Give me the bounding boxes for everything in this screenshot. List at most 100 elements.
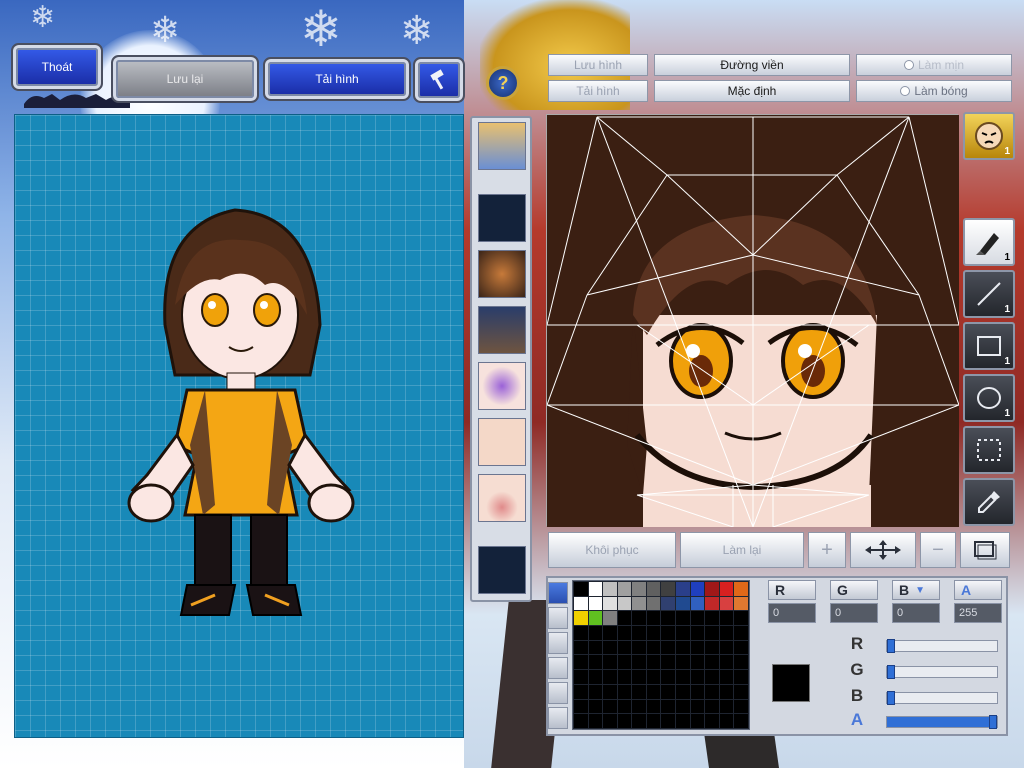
palette-swatch[interactable] — [675, 639, 691, 656]
palette-swatch[interactable] — [602, 581, 618, 597]
palette-swatch[interactable] — [602, 669, 618, 685]
palette-swatch[interactable] — [616, 683, 633, 700]
palette-swatch[interactable] — [602, 683, 618, 700]
part-slot-hair[interactable] — [478, 250, 526, 298]
palette-tab-3[interactable] — [548, 632, 568, 654]
palette-swatch[interactable] — [675, 683, 691, 700]
face-texture-editor[interactable] — [546, 114, 960, 528]
palette-swatch[interactable] — [602, 595, 618, 612]
part-slot-empty[interactable] — [478, 194, 526, 242]
palette-swatch[interactable] — [660, 669, 677, 685]
palette-swatch[interactable] — [704, 654, 720, 671]
palette-swatch[interactable] — [631, 669, 647, 685]
palette-swatch[interactable] — [645, 610, 662, 627]
palette-swatch[interactable] — [631, 595, 647, 612]
palette-swatch[interactable] — [660, 595, 677, 612]
palette-swatch[interactable] — [602, 654, 618, 671]
palette-swatch[interactable] — [718, 625, 735, 641]
palette-swatch[interactable] — [733, 581, 749, 597]
palette-swatch[interactable] — [733, 610, 749, 627]
palette-swatch[interactable] — [689, 610, 706, 627]
palette-swatch[interactable] — [616, 610, 633, 627]
palette-swatch[interactable] — [616, 639, 633, 656]
smooth-radio[interactable] — [903, 60, 914, 70]
palette-swatch[interactable] — [645, 683, 662, 700]
alpha-value-input[interactable]: 255 — [954, 603, 1002, 623]
palette-swatch[interactable] — [645, 654, 662, 671]
palette-swatch[interactable] — [616, 581, 633, 597]
palette-swatch[interactable] — [718, 683, 735, 700]
green-slider[interactable] — [886, 665, 998, 679]
palette-swatch[interactable] — [645, 713, 662, 729]
hammer-button[interactable] — [418, 62, 460, 98]
palette-swatch[interactable] — [573, 610, 589, 627]
ellipse-tool[interactable]: 1 — [963, 374, 1015, 422]
palette-swatch[interactable] — [631, 683, 647, 700]
palette-tab-5[interactable] — [548, 682, 568, 704]
palette-swatch[interactable] — [631, 581, 647, 597]
palette-swatch[interactable] — [602, 698, 618, 715]
palette-swatch[interactable] — [704, 683, 720, 700]
line-tool[interactable]: 1 — [963, 270, 1015, 318]
fit-view-button[interactable] — [960, 532, 1010, 568]
help-button[interactable]: ? — [486, 66, 520, 100]
palette-swatch[interactable] — [616, 669, 633, 685]
palette-tab-2[interactable] — [548, 607, 568, 629]
move-button[interactable] — [850, 532, 916, 568]
palette-swatch[interactable] — [733, 654, 749, 671]
palette-swatch[interactable] — [689, 698, 706, 715]
palette-swatch[interactable] — [616, 595, 633, 612]
zoom-in-button[interactable]: + — [808, 532, 846, 568]
palette-swatch[interactable] — [718, 698, 735, 715]
redo-button[interactable]: Làm lại — [680, 532, 804, 568]
palette-swatch[interactable] — [631, 639, 647, 656]
palette-swatch[interactable] — [689, 595, 706, 612]
palette-swatch[interactable] — [733, 713, 749, 729]
default-button[interactable]: Mặc định — [654, 80, 850, 102]
palette-swatch[interactable] — [573, 639, 589, 656]
palette-swatch[interactable] — [733, 595, 749, 612]
palette-swatch[interactable] — [573, 713, 589, 729]
save-button[interactable]: Lưu lại — [116, 60, 254, 98]
palette-swatch[interactable] — [733, 625, 749, 641]
palette-swatch[interactable] — [718, 713, 735, 729]
palette-swatch[interactable] — [718, 581, 735, 597]
select-tool[interactable] — [963, 426, 1015, 474]
palette-swatch[interactable] — [573, 595, 589, 612]
palette-swatch[interactable] — [631, 713, 647, 729]
palette-swatch[interactable] — [675, 698, 691, 715]
palette-swatch[interactable] — [660, 698, 677, 715]
palette-swatch[interactable] — [675, 654, 691, 671]
palette-swatch[interactable] — [660, 581, 677, 597]
character-preview-canvas[interactable] — [14, 114, 464, 738]
reload-image-button[interactable]: Tải hình — [268, 62, 406, 96]
palette-swatch[interactable] — [573, 581, 589, 597]
color-palette-grid[interactable] — [572, 580, 750, 730]
palette-swatch[interactable] — [704, 595, 720, 612]
palette-swatch[interactable] — [602, 639, 618, 656]
dropdown-arrow-icon[interactable]: ▼ — [915, 585, 925, 596]
palette-swatch[interactable] — [689, 683, 706, 700]
palette-swatch[interactable] — [573, 654, 589, 671]
palette-swatch[interactable] — [704, 669, 720, 685]
palette-swatch[interactable] — [587, 610, 604, 627]
rectangle-tool[interactable]: 1 — [963, 322, 1015, 370]
palette-swatch[interactable] — [616, 654, 633, 671]
palette-tab-4[interactable] — [548, 657, 568, 679]
palette-swatch[interactable] — [573, 625, 589, 641]
outline-button[interactable]: Đường viền — [654, 54, 850, 76]
palette-swatch[interactable] — [675, 669, 691, 685]
load-image-button[interactable]: Tải hình — [548, 80, 648, 102]
palette-swatch[interactable] — [689, 625, 706, 641]
face-part-tool[interactable]: 1 — [963, 112, 1015, 160]
palette-swatch[interactable] — [631, 610, 647, 627]
palette-swatch[interactable] — [704, 639, 720, 656]
palette-swatch[interactable] — [718, 610, 735, 627]
palette-swatch[interactable] — [718, 654, 735, 671]
alpha-slider-knob[interactable] — [989, 715, 997, 729]
palette-swatch[interactable] — [587, 669, 604, 685]
red-slider-knob[interactable] — [887, 639, 895, 653]
palette-swatch[interactable] — [733, 669, 749, 685]
palette-swatch[interactable] — [718, 639, 735, 656]
palette-swatch[interactable] — [675, 625, 691, 641]
